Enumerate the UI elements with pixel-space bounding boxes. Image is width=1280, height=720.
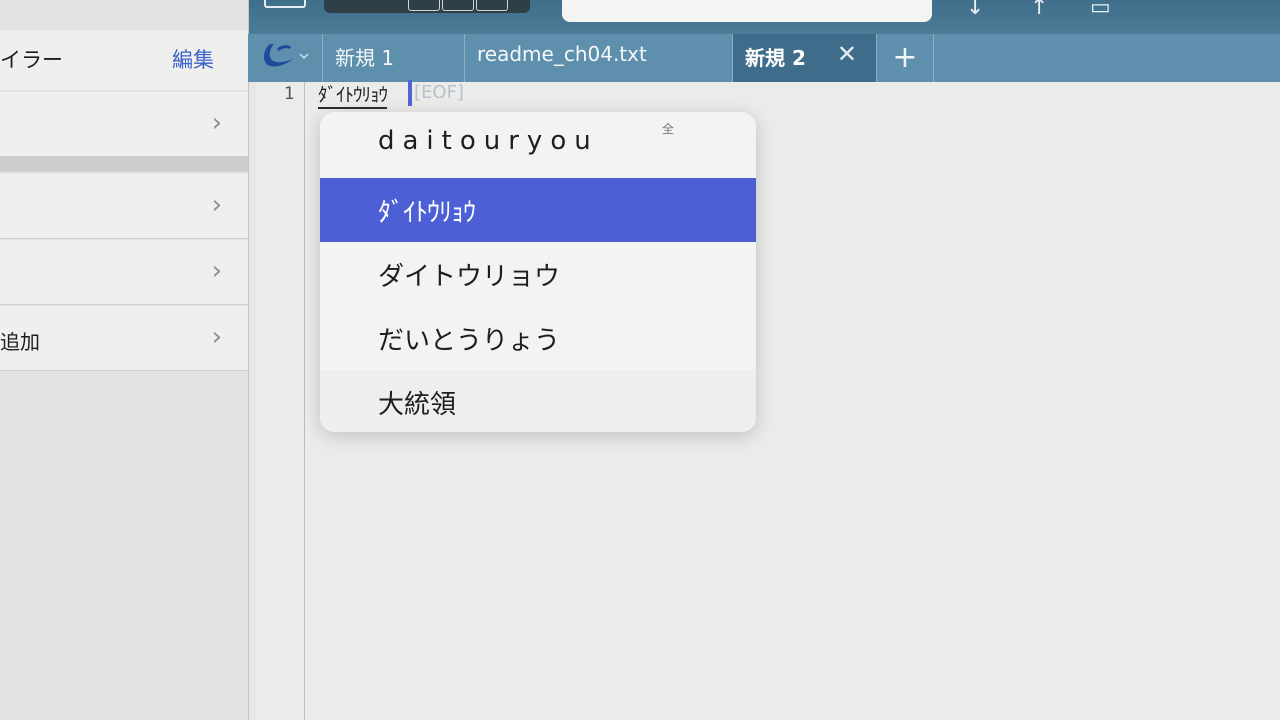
- app-logo-icon[interactable]: [256, 36, 320, 80]
- toolbar-segment-3[interactable]: [476, 0, 508, 11]
- chevron-right-icon: ›: [211, 190, 222, 220]
- sidebar-edit-button[interactable]: 編集: [172, 44, 214, 74]
- close-icon[interactable]: ✕: [837, 40, 857, 68]
- arrow-up-icon[interactable]: ↑: [1030, 0, 1048, 19]
- line-number: 1: [284, 84, 295, 104]
- app-logo-icon: [264, 44, 309, 67]
- candidate-text: ダイトウリョウ: [378, 262, 561, 292]
- sidebar-item-3[interactable]: ›: [0, 240, 248, 305]
- tab-new-2[interactable]: 新規 2 ✕: [732, 34, 877, 82]
- tab-new-1[interactable]: 新規 1: [322, 34, 465, 82]
- sidebar-title: イラー: [0, 48, 63, 72]
- toolbar-button-group[interactable]: [324, 0, 530, 13]
- sidebar-item-label: 追加: [0, 330, 40, 354]
- text-caret: [408, 80, 412, 106]
- fullwidth-badge: 全: [662, 122, 675, 136]
- chevron-right-icon: ›: [211, 256, 222, 286]
- tab-label: 新規 1: [335, 46, 395, 70]
- sidebar-section-divider: [0, 156, 248, 172]
- composing-text: ﾀﾞｲﾄｳﾘｮｳ: [318, 80, 388, 109]
- plus-icon[interactable]: +: [876, 34, 934, 82]
- candidate-text: 大統領: [378, 390, 457, 420]
- document-search-icon[interactable]: ▭: [1090, 0, 1111, 19]
- sidebar-item-2[interactable]: ›: [0, 174, 248, 239]
- tab-label: 新規 2: [745, 46, 806, 70]
- chevron-right-icon: ›: [211, 322, 222, 352]
- sidebar-item-add[interactable]: 追加 ›: [0, 306, 248, 371]
- arrow-down-icon[interactable]: ↓: [966, 0, 984, 19]
- ime-candidate-romaji[interactable]: daitouryou 全: [320, 112, 756, 176]
- eof-marker: [EOF]: [414, 82, 464, 103]
- candidate-text: だいとうりょう: [378, 326, 561, 356]
- sidebar: イラー 編集 › › › 追加 ›: [0, 0, 249, 720]
- ime-candidate-kanji[interactable]: 大統領: [320, 370, 756, 432]
- sidebar-toggle-icon[interactable]: [264, 0, 306, 8]
- ime-candidate-hiragana[interactable]: だいとうりょう: [320, 306, 756, 370]
- candidate-text: ﾀﾞｲﾄｳﾘｮｳ: [378, 198, 476, 228]
- chevron-right-icon: ›: [211, 108, 222, 138]
- tab-readme[interactable]: readme_ch04.txt: [464, 34, 733, 82]
- ime-candidate-popup: daitouryou 全 ﾀﾞｲﾄｳﾘｮｳ ダイトウリョウ だいとうりょう 大統…: [320, 112, 756, 432]
- line-number-gutter: [256, 82, 305, 720]
- tab-label: readme_ch04.txt: [477, 42, 647, 66]
- toolbar-segment-2[interactable]: [442, 0, 474, 11]
- toolbar-search-field[interactable]: [562, 0, 932, 22]
- ime-candidate-katakana[interactable]: ダイトウリョウ: [320, 242, 756, 306]
- toolbar-segment-1[interactable]: [408, 0, 440, 11]
- ime-candidate-halfwidth-katakana[interactable]: ﾀﾞｲﾄｳﾘｮｳ: [320, 178, 756, 242]
- sidebar-item-1[interactable]: ›: [0, 92, 248, 157]
- candidate-text: daitouryou: [378, 126, 599, 156]
